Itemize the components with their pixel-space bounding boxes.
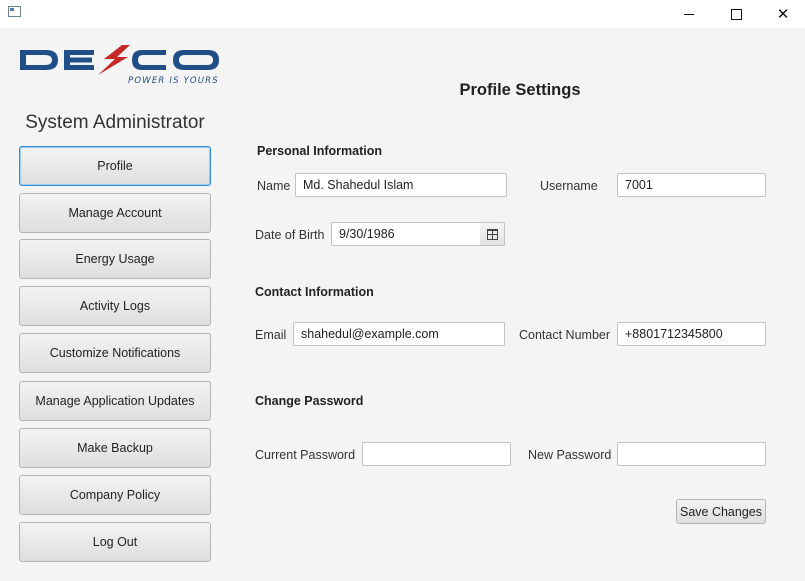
nav-label: Make Backup	[77, 441, 153, 455]
nav-label: Profile	[97, 159, 133, 173]
name-field[interactable]	[295, 173, 507, 197]
dob-label: Date of Birth	[255, 228, 325, 242]
new-password-field[interactable]	[617, 442, 766, 466]
save-changes-label: Save Changes	[679, 504, 762, 519]
page-title: Profile Settings	[459, 81, 581, 99]
app-icon	[8, 6, 21, 17]
nav-make-backup-button[interactable]: Make Backup	[19, 428, 211, 468]
nav-label: Log Out	[92, 535, 138, 549]
desco-logo-mark	[20, 45, 219, 75]
contact-number-label: Contact Number	[519, 328, 611, 342]
nav-label: Activity Logs	[79, 299, 151, 313]
logo-tagline: POWER IS YOURS	[128, 76, 219, 86]
nav-label: Company Policy	[69, 488, 161, 502]
nav-manage-updates-button[interactable]: Manage Application Updates	[19, 381, 211, 421]
email-label: Email	[255, 328, 287, 342]
nav-profile-button[interactable]: Profile	[19, 146, 211, 186]
date-of-birth-field[interactable]	[331, 222, 481, 246]
title-bar: ✕	[0, 0, 805, 28]
username-label: Username	[540, 179, 598, 193]
email-field[interactable]	[293, 322, 505, 346]
nav-label: Energy Usage	[75, 252, 155, 266]
nav-label: Customize Notifications	[49, 346, 181, 360]
change-password-heading: Change Password	[255, 394, 364, 408]
new-password-label: New Password	[528, 448, 612, 462]
save-changes-button[interactable]: Save Changes	[676, 499, 766, 524]
nav-label: Manage Application Updates	[35, 394, 195, 408]
close-button[interactable]: ✕	[760, 0, 805, 28]
current-password-label: Current Password	[255, 448, 356, 462]
nav-activity-logs-button[interactable]: Activity Logs	[19, 286, 211, 326]
maximize-icon	[730, 8, 742, 20]
username-field[interactable]	[617, 173, 766, 197]
current-password-field[interactable]	[362, 442, 511, 466]
name-label: Name	[257, 179, 291, 193]
nav-company-policy-button[interactable]: Company Policy	[19, 475, 211, 515]
minimize-icon	[684, 13, 694, 15]
close-icon: ✕	[776, 4, 790, 23]
nav-energy-usage-button[interactable]: Energy Usage	[19, 239, 211, 279]
contact-number-field[interactable]	[617, 322, 766, 346]
minimize-button[interactable]	[666, 0, 712, 28]
contact-info-heading: Contact Information	[255, 285, 374, 299]
desco-logo: POWER IS YOURS	[18, 44, 223, 88]
nav-label: Manage Account	[68, 206, 162, 220]
nav-manage-account-button[interactable]: Manage Account	[19, 193, 211, 233]
nav-customize-notifications-button[interactable]: Customize Notifications	[19, 333, 211, 373]
calendar-icon	[486, 228, 498, 240]
role-label: System Administrator	[25, 112, 205, 133]
date-picker-button[interactable]	[480, 222, 505, 246]
nav-log-out-button[interactable]: Log Out	[19, 522, 211, 562]
maximize-button[interactable]	[713, 0, 759, 28]
personal-info-heading: Personal Information	[257, 144, 383, 158]
